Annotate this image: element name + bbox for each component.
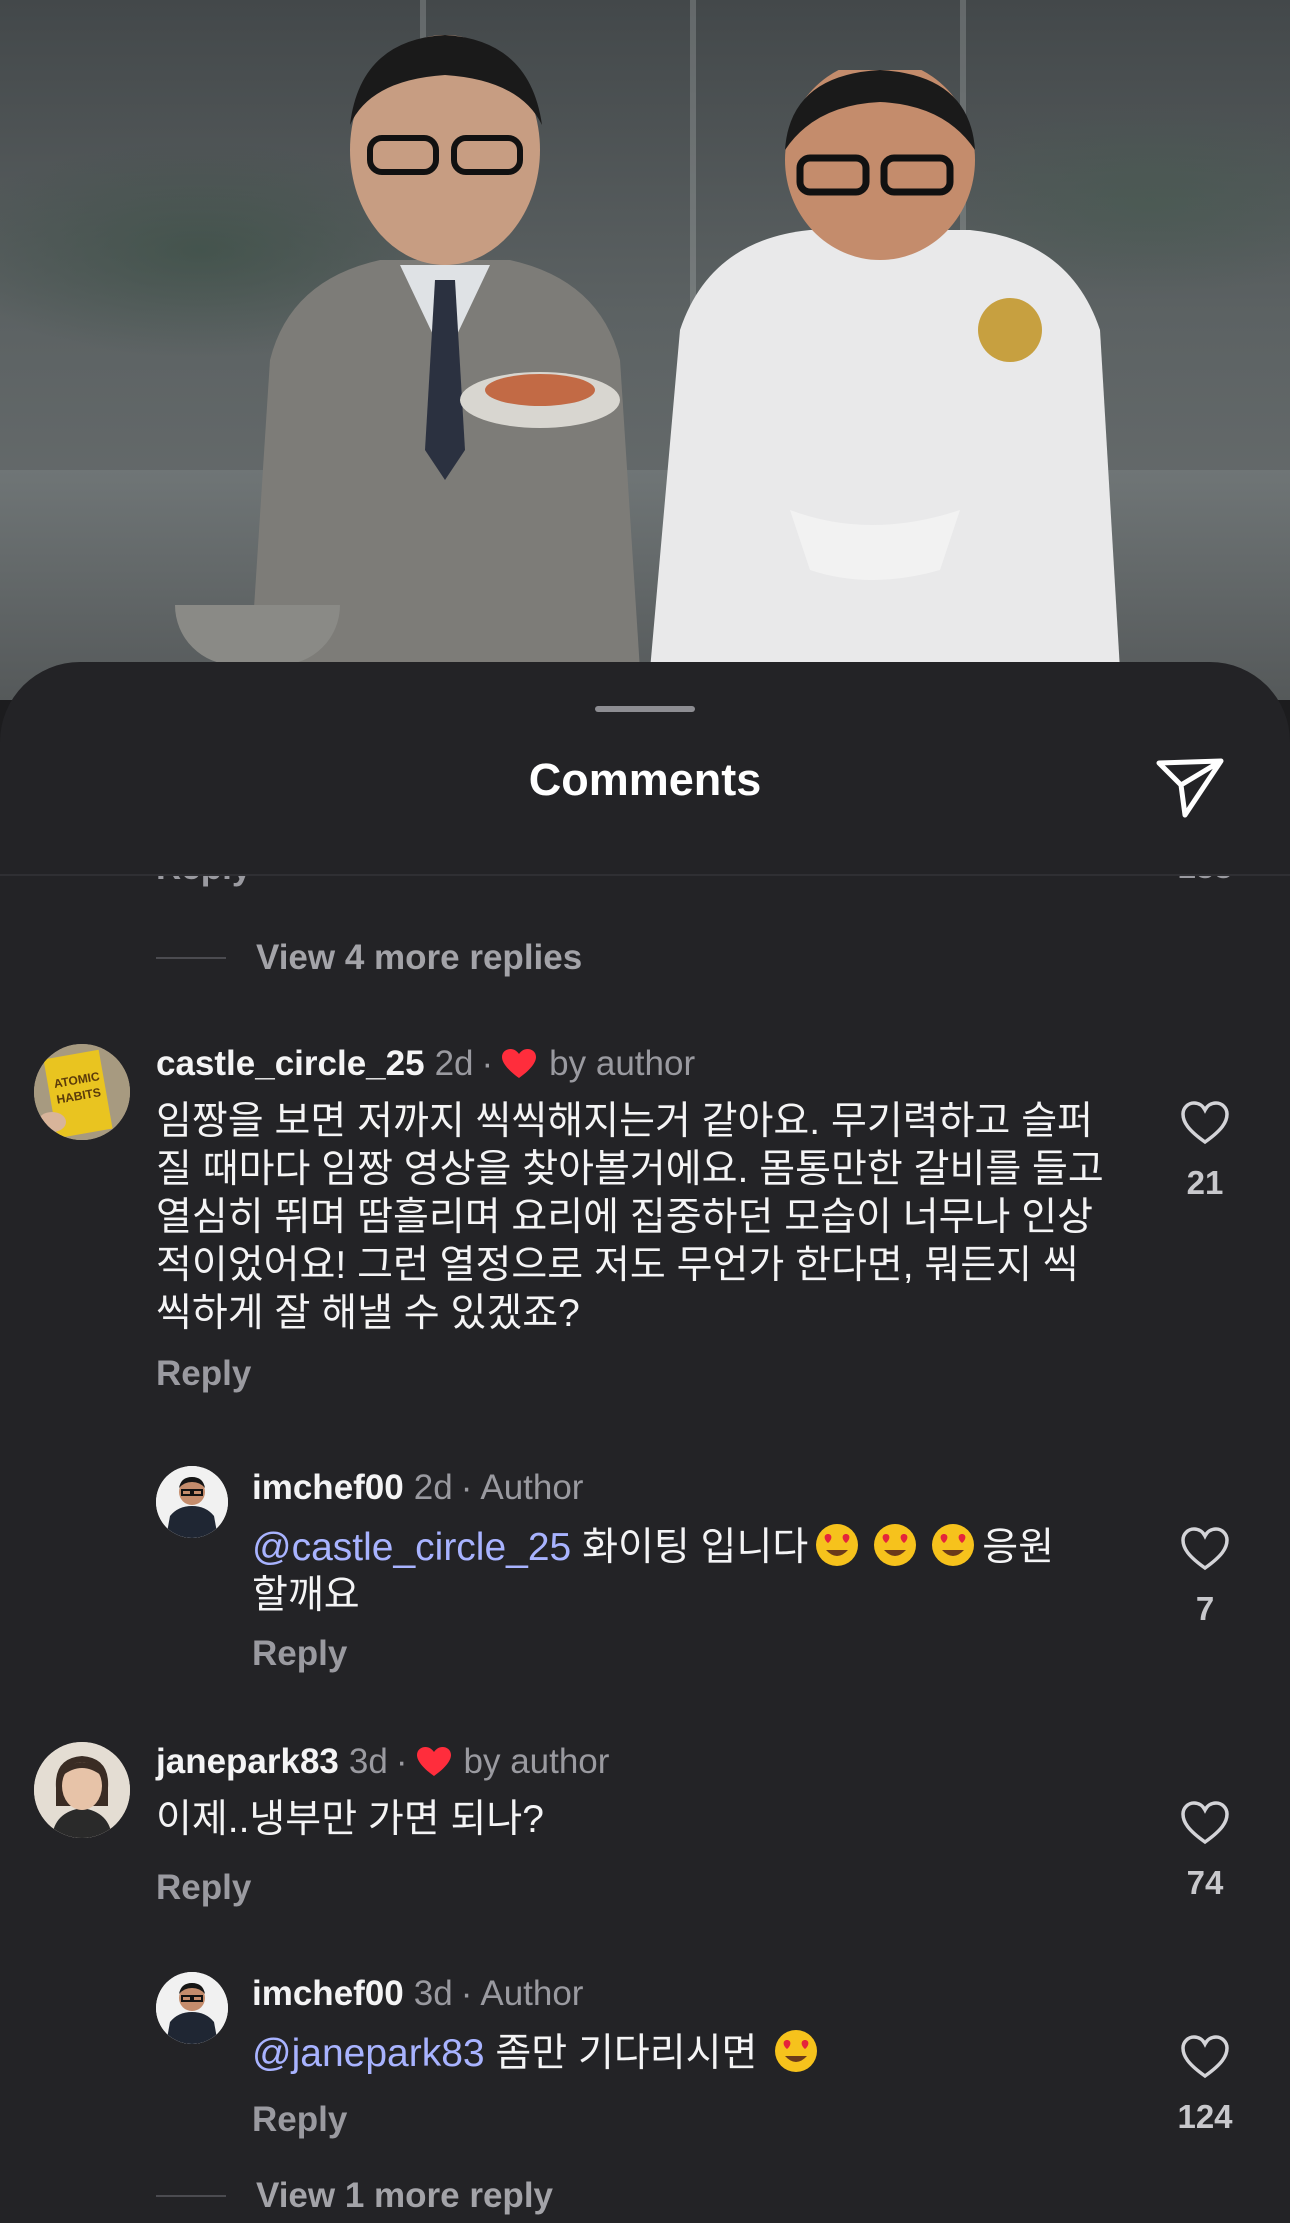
heart-outline-icon bbox=[1181, 1801, 1229, 1845]
thread-line bbox=[156, 2195, 226, 2197]
heart-eyes-emoji-icon bbox=[816, 1524, 859, 1566]
avatar[interactable]: ATOMIC HABITS bbox=[34, 1044, 130, 1140]
like-button[interactable]: 124 bbox=[1150, 2034, 1260, 2136]
sheet-title: Comments bbox=[528, 754, 762, 805]
separator: · bbox=[460, 1974, 473, 2013]
avatar[interactable] bbox=[156, 1466, 228, 1538]
comment-meta: imchef00 2d · Author bbox=[252, 1468, 583, 1508]
like-button[interactable]: 21 bbox=[1150, 1100, 1260, 1202]
woman-portrait-avatar bbox=[34, 1742, 130, 1838]
comments-sheet: Comments Reply 133 View 4 more replies bbox=[0, 662, 1290, 2223]
separator: · bbox=[481, 1044, 494, 1083]
separator: · bbox=[395, 1742, 408, 1781]
heart-eyes-emoji-icon bbox=[775, 2030, 818, 2072]
reply-button[interactable]: Reply bbox=[252, 2100, 347, 2140]
sheet-grabber[interactable] bbox=[595, 706, 695, 712]
mention-link[interactable]: @janepark83 bbox=[252, 2032, 485, 2075]
timestamp: 3d bbox=[413, 1974, 453, 2013]
heart-outline-icon bbox=[1181, 2035, 1229, 2079]
thread-line bbox=[156, 957, 226, 959]
chef-avatar-image bbox=[156, 1466, 228, 1538]
comment-text-line: 적이었어요! 그런 열정으로 저도 무언가 한다면, 뭐든지 씩 bbox=[156, 1244, 1079, 1287]
comment-text-line: 임짱을 보면 저까지 씩씩해지는거 같아요. 무기력하고 슬퍼 bbox=[156, 1100, 1093, 1143]
heart-outline-icon bbox=[1181, 1101, 1229, 1145]
username[interactable]: imchef00 bbox=[252, 1974, 404, 2014]
screen: Comments Reply 133 View 4 more replies bbox=[0, 0, 1290, 2223]
username[interactable]: imchef00 bbox=[252, 1468, 404, 1508]
comment-text-line: 할깨요 bbox=[252, 1574, 360, 1617]
comment-text-line: 질 때마다 임짱 영상을 찾아볼거에요. 몸통만한 갈비를 들고 bbox=[156, 1148, 1104, 1191]
view-more-replies-label: View 1 more reply bbox=[256, 2176, 554, 2215]
view-more-replies-label: View 4 more replies bbox=[256, 938, 583, 977]
comment-text: @castle_circle_25 화이팅 입니다 응원 할깨요 bbox=[252, 1522, 1152, 1620]
reply-button[interactable]: Reply bbox=[252, 1634, 347, 1674]
comment-text: 이제..냉부만 가면 되나? bbox=[156, 1798, 544, 1841]
like-count: 21 bbox=[1186, 1164, 1224, 1201]
liked-by-author-label: by author bbox=[549, 1044, 696, 1083]
reply-button[interactable]: Reply bbox=[156, 1354, 251, 1394]
comment-meta: imchef00 3d · Author bbox=[252, 1974, 583, 2014]
like-button[interactable]: 7 bbox=[1150, 1526, 1260, 1628]
chef-in-white-coat-image bbox=[650, 70, 1120, 670]
like-button[interactable]: 74 bbox=[1150, 1800, 1260, 1902]
comment-text-line: 열심히 뛰며 땀흘리며 요리에 집중하던 모습이 너무나 인상 bbox=[156, 1196, 1093, 1239]
username[interactable]: janepark83 bbox=[156, 1742, 339, 1782]
reply-button[interactable]: Reply bbox=[156, 1868, 251, 1908]
heart-filled-icon bbox=[416, 1747, 451, 1776]
comment-text-segment: 좀만 기다리시면 bbox=[484, 2032, 758, 2075]
author-badge: Author bbox=[480, 1468, 584, 1507]
atomic-habits-book-avatar: ATOMIC HABITS bbox=[34, 1044, 130, 1140]
timestamp: 2d bbox=[413, 1468, 453, 1507]
comment-text: 임짱을 보면 저까지 씩씩해지는거 같아요. 무기력하고 슬퍼 질 때마다 임짱… bbox=[156, 1098, 1136, 1338]
comment-meta: janepark83 3d · by author bbox=[156, 1742, 609, 1782]
share-button[interactable] bbox=[1150, 747, 1230, 827]
heart-outline-icon bbox=[1181, 1527, 1229, 1571]
heart-eyes-emoji-icon bbox=[932, 1524, 975, 1566]
view-more-replies-button[interactable]: View 4 more replies bbox=[156, 938, 582, 978]
timestamp: 3d bbox=[348, 1742, 388, 1781]
author-badge: Author bbox=[480, 1974, 584, 2013]
separator: · bbox=[460, 1468, 473, 1507]
like-count: 124 bbox=[1177, 2098, 1233, 2135]
liked-by-author-label: by author bbox=[463, 1742, 610, 1781]
like-count: 74 bbox=[1186, 1864, 1224, 1901]
avatar[interactable] bbox=[156, 1972, 228, 2044]
person-in-suit-image bbox=[250, 35, 640, 670]
like-count: 133 bbox=[1150, 876, 1260, 886]
heart-filled-icon bbox=[502, 1049, 537, 1078]
paper-plane-icon bbox=[1156, 758, 1224, 818]
comment-text: @janepark83 좀만 기다리시면 bbox=[252, 2028, 1152, 2078]
username[interactable]: castle_circle_25 bbox=[156, 1044, 425, 1084]
comment-text-segment: 응원 bbox=[982, 1526, 1054, 1569]
comment-text-line: 씩하게 잘 해낼 수 있겠죠? bbox=[156, 1292, 580, 1335]
like-count: 7 bbox=[1195, 1590, 1215, 1627]
comment-text-segment: 화이팅 입니다 bbox=[571, 1526, 809, 1569]
mention-link[interactable]: @castle_circle_25 bbox=[252, 1526, 571, 1569]
heart-eyes-emoji-icon bbox=[874, 1524, 917, 1566]
video-background[interactable] bbox=[0, 0, 1290, 700]
timestamp: 2d bbox=[434, 1044, 474, 1083]
comment-list[interactable]: Reply 133 View 4 more replies ATOMIC HAB… bbox=[0, 876, 1290, 2223]
avatar[interactable] bbox=[34, 1742, 130, 1838]
view-more-replies-button[interactable]: View 1 more reply bbox=[156, 2176, 553, 2216]
reply-button[interactable]: Reply bbox=[156, 876, 251, 888]
comment-meta: castle_circle_25 2d · by author bbox=[156, 1044, 695, 1084]
chef-avatar-image bbox=[156, 1972, 228, 2044]
